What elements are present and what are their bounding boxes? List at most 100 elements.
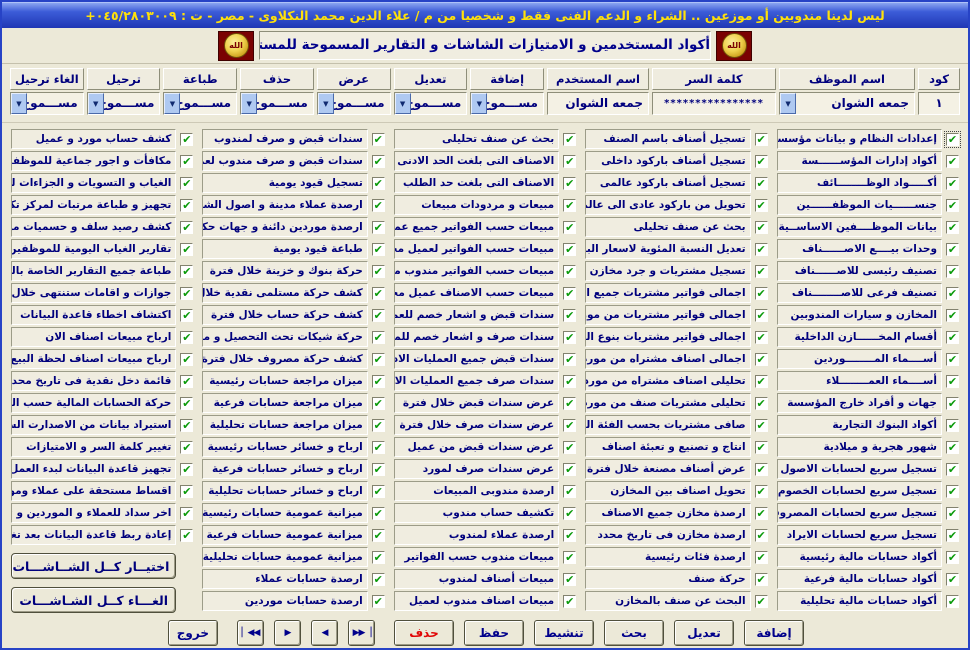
permission-checkbox[interactable]: ✔	[946, 243, 959, 256]
permission-checkbox[interactable]: ✔	[372, 133, 385, 146]
permission-checkbox[interactable]: ✔	[180, 199, 193, 212]
permission-checkbox[interactable]: ✔	[372, 287, 385, 300]
permission-checkbox[interactable]: ✔	[755, 221, 768, 234]
permission-checkbox[interactable]: ✔	[180, 287, 193, 300]
permission-checkbox[interactable]: ✔	[180, 265, 193, 278]
permission-checkbox[interactable]: ✔	[946, 133, 959, 146]
permission-checkbox[interactable]: ✔	[755, 199, 768, 212]
delete-record-button[interactable]: حذف	[394, 620, 454, 646]
permission-checkbox[interactable]: ✔	[372, 375, 385, 388]
permission-checkbox[interactable]: ✔	[755, 177, 768, 190]
dropdown-arrow-icon[interactable]: ▼	[11, 93, 27, 114]
permission-checkbox[interactable]: ✔	[372, 463, 385, 476]
save-button[interactable]: حفظ	[464, 620, 524, 646]
dropdown-arrow-icon[interactable]: ▼	[780, 93, 796, 114]
permission-checkbox[interactable]: ✔	[372, 551, 385, 564]
permission-checkbox[interactable]: ✔	[755, 397, 768, 410]
permission-checkbox[interactable]: ✔	[372, 595, 385, 608]
permission-checkbox[interactable]: ✔	[755, 133, 768, 146]
permission-checkbox[interactable]: ✔	[180, 177, 193, 190]
permission-checkbox[interactable]: ✔	[946, 595, 959, 608]
permission-checkbox[interactable]: ✔	[563, 507, 576, 520]
permission-checkbox[interactable]: ✔	[946, 265, 959, 278]
permission-checkbox[interactable]: ✔	[563, 155, 576, 168]
permission-checkbox[interactable]: ✔	[372, 177, 385, 190]
permission-checkbox[interactable]: ✔	[372, 441, 385, 454]
employee-name-combo[interactable]: جمعه الشوان ▼	[779, 92, 915, 115]
permission-checkbox[interactable]: ✔	[563, 485, 576, 498]
view-permission-combo[interactable]: مســـموح▼	[317, 92, 391, 115]
permission-checkbox[interactable]: ✔	[180, 375, 193, 388]
post-permission-combo[interactable]: مســـموح▼	[87, 92, 161, 115]
permission-checkbox[interactable]: ✔	[755, 573, 768, 586]
permission-checkbox[interactable]: ✔	[946, 375, 959, 388]
permission-checkbox[interactable]: ✔	[563, 199, 576, 212]
permission-checkbox[interactable]: ✔	[946, 441, 959, 454]
permission-checkbox[interactable]: ✔	[180, 353, 193, 366]
permission-checkbox[interactable]: ✔	[946, 155, 959, 168]
nav-next-button[interactable]: ◀	[311, 620, 338, 646]
permission-checkbox[interactable]: ✔	[563, 265, 576, 278]
permission-checkbox[interactable]: ✔	[563, 595, 576, 608]
permission-checkbox[interactable]: ✔	[946, 485, 959, 498]
select-all-screens-button[interactable]: اختيــار كــل الشــاشـــات	[11, 553, 176, 579]
nav-first-button[interactable]: ▏◀◀	[237, 620, 264, 646]
cancel-post-permission-combo[interactable]: مســـموح▼	[10, 92, 84, 115]
permission-checkbox[interactable]: ✔	[563, 133, 576, 146]
permission-checkbox[interactable]: ✔	[180, 243, 193, 256]
permission-checkbox[interactable]: ✔	[563, 177, 576, 190]
permission-checkbox[interactable]: ✔	[180, 463, 193, 476]
permission-checkbox[interactable]: ✔	[946, 507, 959, 520]
edit-permission-combo[interactable]: مســـموح▼	[394, 92, 468, 115]
dropdown-arrow-icon[interactable]: ▼	[241, 93, 257, 114]
permission-checkbox[interactable]: ✔	[180, 441, 193, 454]
permission-checkbox[interactable]: ✔	[755, 353, 768, 366]
password-field[interactable]: ****************	[652, 92, 776, 115]
permission-checkbox[interactable]: ✔	[372, 573, 385, 586]
search-button[interactable]: بحث	[604, 620, 664, 646]
permission-checkbox[interactable]: ✔	[563, 397, 576, 410]
permission-checkbox[interactable]: ✔	[180, 221, 193, 234]
permission-checkbox[interactable]: ✔	[755, 551, 768, 564]
permission-checkbox[interactable]: ✔	[372, 353, 385, 366]
activate-button[interactable]: تنشيط	[534, 620, 594, 646]
permission-checkbox[interactable]: ✔	[755, 375, 768, 388]
permission-checkbox[interactable]: ✔	[372, 397, 385, 410]
permission-checkbox[interactable]: ✔	[180, 485, 193, 498]
dropdown-arrow-icon[interactable]: ▼	[88, 93, 104, 114]
permission-checkbox[interactable]: ✔	[563, 573, 576, 586]
permission-checkbox[interactable]: ✔	[372, 485, 385, 498]
permission-checkbox[interactable]: ✔	[563, 331, 576, 344]
permission-checkbox[interactable]: ✔	[755, 595, 768, 608]
permission-checkbox[interactable]: ✔	[755, 463, 768, 476]
permission-checkbox[interactable]: ✔	[180, 309, 193, 322]
permission-checkbox[interactable]: ✔	[372, 507, 385, 520]
clear-all-screens-button[interactable]: الغـــاء كــل الشـاشـــات	[11, 587, 176, 613]
permission-checkbox[interactable]: ✔	[372, 243, 385, 256]
permission-checkbox[interactable]: ✔	[755, 287, 768, 300]
permission-checkbox[interactable]: ✔	[563, 243, 576, 256]
permission-checkbox[interactable]: ✔	[563, 419, 576, 432]
permission-checkbox[interactable]: ✔	[372, 221, 385, 234]
permission-checkbox[interactable]: ✔	[563, 309, 576, 322]
permission-checkbox[interactable]: ✔	[946, 309, 959, 322]
dropdown-arrow-icon[interactable]: ▼	[164, 93, 180, 114]
code-field[interactable]: ١	[918, 92, 960, 115]
permission-checkbox[interactable]: ✔	[946, 551, 959, 564]
permission-checkbox[interactable]: ✔	[755, 507, 768, 520]
permission-checkbox[interactable]: ✔	[180, 419, 193, 432]
permission-checkbox[interactable]: ✔	[563, 529, 576, 542]
permission-checkbox[interactable]: ✔	[946, 199, 959, 212]
permission-checkbox[interactable]: ✔	[946, 397, 959, 410]
dropdown-arrow-icon[interactable]: ▼	[471, 93, 487, 114]
permission-checkbox[interactable]: ✔	[180, 133, 193, 146]
permission-checkbox[interactable]: ✔	[755, 265, 768, 278]
permission-checkbox[interactable]: ✔	[563, 221, 576, 234]
permission-checkbox[interactable]: ✔	[563, 463, 576, 476]
permission-checkbox[interactable]: ✔	[372, 419, 385, 432]
permission-checkbox[interactable]: ✔	[180, 155, 193, 168]
delete-permission-combo[interactable]: مســـموح▼	[240, 92, 314, 115]
permission-checkbox[interactable]: ✔	[180, 331, 193, 344]
add-record-button[interactable]: إضافة	[744, 620, 804, 646]
exit-button[interactable]: خروج	[168, 620, 218, 646]
